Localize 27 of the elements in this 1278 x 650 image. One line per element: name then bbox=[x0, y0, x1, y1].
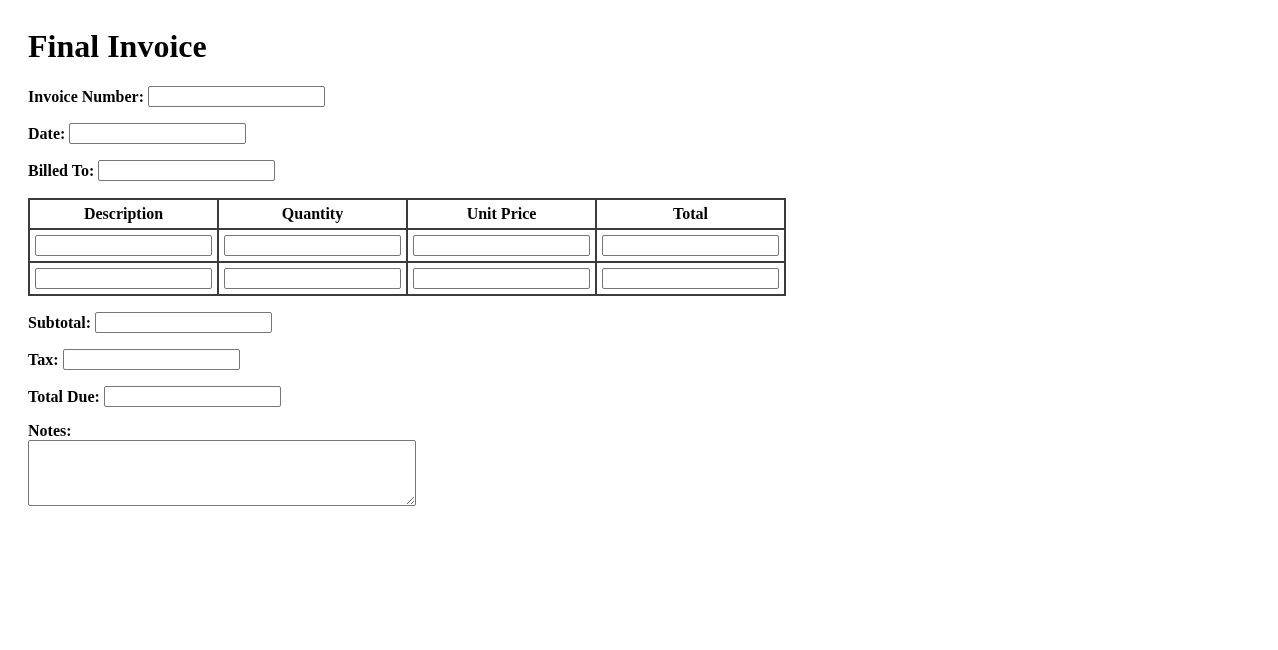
input-field[interactable] bbox=[62, 349, 240, 370]
input-field[interactable] bbox=[103, 386, 281, 407]
field-label: Date: bbox=[28, 124, 66, 143]
input-field[interactable] bbox=[413, 268, 590, 289]
input-field[interactable] bbox=[224, 235, 401, 256]
field-label: Tax: bbox=[28, 350, 59, 369]
field-label: Subtotal: bbox=[28, 313, 92, 332]
input-field[interactable] bbox=[35, 268, 212, 289]
input-field[interactable] bbox=[95, 312, 273, 333]
input-field[interactable] bbox=[224, 268, 401, 289]
input-field[interactable] bbox=[413, 235, 590, 256]
column-header: Unit Price bbox=[407, 199, 596, 229]
field-label: Invoice Number: bbox=[28, 87, 144, 106]
column-header: Quantity bbox=[218, 199, 407, 229]
field-label: Total Due: bbox=[28, 387, 100, 406]
field-label: Billed To: bbox=[28, 161, 95, 180]
input-field[interactable] bbox=[602, 268, 779, 289]
input-field[interactable] bbox=[148, 86, 325, 107]
input-field[interactable] bbox=[98, 160, 276, 181]
input-field[interactable] bbox=[602, 235, 779, 256]
column-header: Total bbox=[596, 199, 785, 229]
notes-field[interactable] bbox=[28, 440, 416, 506]
field-label: Notes: bbox=[28, 422, 72, 440]
input-field[interactable] bbox=[35, 235, 212, 256]
column-header: Description bbox=[29, 199, 218, 229]
input-field[interactable] bbox=[69, 123, 247, 144]
page-title: Final Invoice bbox=[28, 28, 208, 65]
